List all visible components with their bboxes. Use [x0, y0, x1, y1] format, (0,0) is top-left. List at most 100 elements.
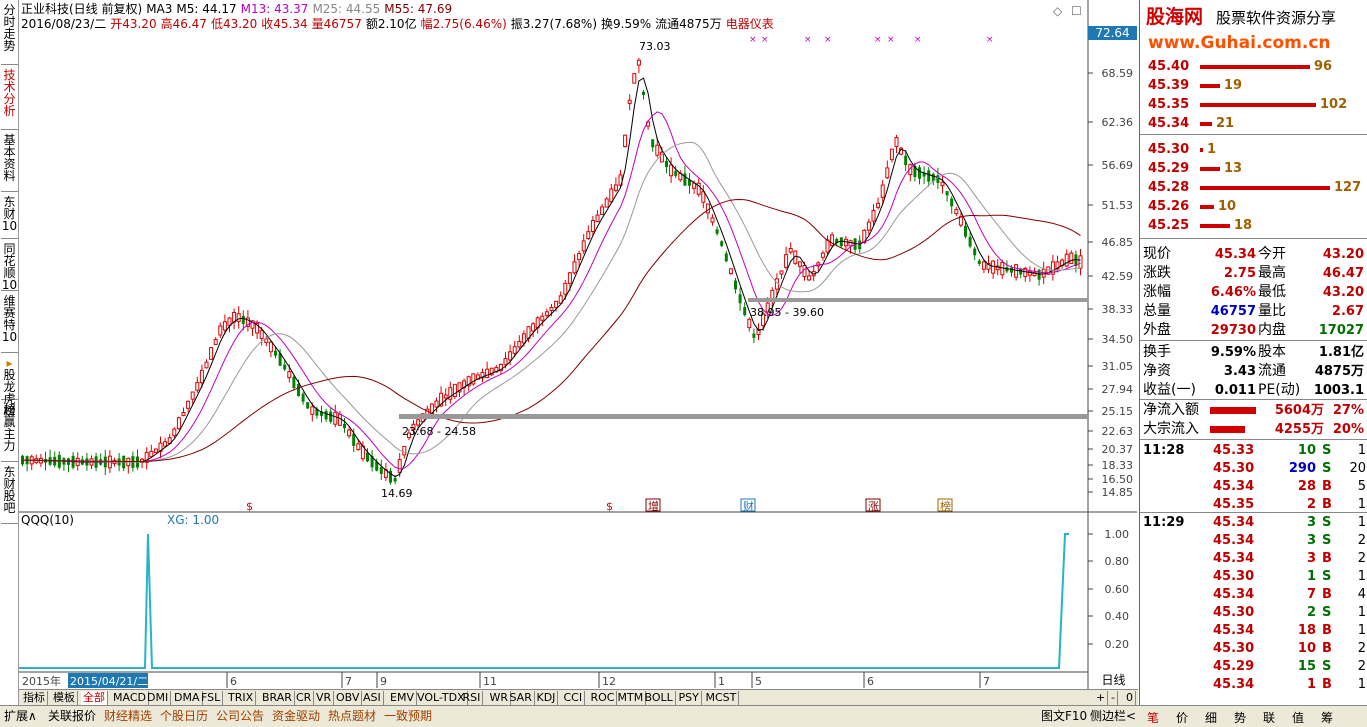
- indicator-tab-emv[interactable]: EMV: [388, 691, 417, 705]
- bottom-tab-1[interactable]: 关联报价: [48, 709, 96, 724]
- kline-chart-area[interactable]: 68.59 62.36 56.69 51.53 46.85 42.59 38.33 34.50…: [19, 0, 1137, 705]
- bottom-tab-3[interactable]: 个股日历: [160, 709, 208, 724]
- quote-value: 1.81亿: [1318, 345, 1364, 360]
- time-axis-year: 2015年: [22, 674, 61, 688]
- bottom-tab-4[interactable]: 公司公告: [216, 709, 264, 724]
- flow-pct: 27%: [1332, 403, 1364, 418]
- indicator-tab-dma[interactable]: DMA: [172, 691, 203, 705]
- candle-body: [728, 268, 733, 275]
- order-book-row: 45.29 13: [1140, 159, 1367, 178]
- bottom-right-tab-0[interactable]: 图文F10: [1041, 709, 1087, 724]
- quote-value: 0.011: [1214, 383, 1256, 398]
- event-marker-label: $: [246, 500, 253, 513]
- zoom-control-0[interactable]: +: [1094, 691, 1109, 705]
- indicator-tab-kdj[interactable]: KDJ: [535, 691, 559, 705]
- right-tab-4[interactable]: 联: [1263, 709, 1275, 726]
- expand-icon[interactable]: ◇: [1053, 4, 1062, 18]
- bottom-right-tab-1[interactable]: 侧边栏<: [1090, 709, 1136, 724]
- bottom-tab-2[interactable]: 财经精选: [104, 709, 152, 724]
- indicator-tab-obv[interactable]: OBV: [334, 691, 363, 705]
- indicator-tab-brar[interactable]: BRAR: [260, 691, 295, 705]
- left-tab-7[interactable]: 超赢主力: [1, 402, 18, 462]
- indicator-tab-boll[interactable]: BOLL: [643, 691, 676, 705]
- indicator-tab-vr[interactable]: VR: [314, 691, 335, 705]
- chart-canvas[interactable]: 68.59 62.36 56.69 51.53 46.85 42.59 38.33 34.50…: [19, 0, 1137, 690]
- indicator-tab-cci[interactable]: CCI: [562, 691, 586, 705]
- event-marker[interactable]: 榜: [937, 498, 953, 513]
- indicator-tab-模板[interactable]: 模板: [51, 691, 78, 705]
- flow-divider: [1140, 439, 1367, 440]
- tick-side: S: [1322, 659, 1332, 674]
- quote-value: 3.43: [1223, 364, 1256, 379]
- tick-count: 1: [1357, 569, 1366, 584]
- indicator-tab-cr[interactable]: CR: [294, 691, 315, 705]
- right-tab-3[interactable]: 势: [1234, 709, 1246, 726]
- candle-body: [204, 361, 209, 369]
- volume-label: 量46757: [311, 17, 362, 31]
- candle-body: [674, 171, 678, 176]
- bottom-tab-5[interactable]: 资金驱动: [272, 709, 320, 724]
- month-label: 7: [983, 675, 990, 688]
- left-tab-3[interactable]: 东财10: [1, 194, 18, 239]
- event-marker[interactable]: $: [246, 500, 253, 513]
- left-tab-1[interactable]: 技术分析: [1, 67, 18, 130]
- indicator-tab-dmi[interactable]: DMI: [145, 691, 172, 705]
- candle-body: [434, 400, 439, 408]
- indicator-tab-指标[interactable]: 指标: [21, 691, 48, 705]
- left-tab-5[interactable]: 维赛特10: [1, 293, 18, 353]
- event-marker[interactable]: 财: [740, 498, 756, 513]
- indicator-tab-全部[interactable]: 全部: [81, 691, 108, 705]
- indicator-tab-trix[interactable]: TRIX: [226, 691, 257, 705]
- bottom-tab-0[interactable]: 扩展∧: [4, 709, 37, 724]
- sector-link[interactable]: 电器仪表: [726, 17, 774, 31]
- left-tab-6[interactable]: ▸股龙虎榜: [1, 355, 18, 417]
- event-marker[interactable]: 涨: [865, 498, 881, 513]
- right-tab-5[interactable]: 值: [1292, 709, 1304, 726]
- indicator-tab-asi[interactable]: ASI: [361, 691, 384, 705]
- candle-body: [347, 429, 352, 437]
- candle-body: [876, 202, 881, 208]
- quote-row: 涨跌 2.75 最高 46.47: [1140, 264, 1367, 283]
- indicator-tab-sar[interactable]: SAR: [508, 691, 535, 705]
- tick-price: 45.34: [1213, 479, 1255, 494]
- indicator-tab-psy[interactable]: PSY: [677, 691, 702, 705]
- left-tab-8[interactable]: 东财股吧: [1, 464, 18, 524]
- candle-body: [343, 423, 346, 429]
- tick-side: S: [1322, 515, 1332, 530]
- candle-body: [991, 260, 996, 274]
- bottom-tab-6[interactable]: 热点题材: [328, 709, 376, 724]
- left-tab-4[interactable]: 同花顺10: [1, 241, 18, 291]
- close-icon[interactable]: ☐: [1071, 4, 1082, 18]
- order-volume-bar: [1200, 84, 1220, 88]
- flow-row: 大宗流入 4255万 20%: [1140, 420, 1367, 439]
- candle-body: [531, 323, 536, 332]
- candle-body: [268, 341, 273, 353]
- indicator-axis-label: 0.60: [1105, 583, 1130, 596]
- zoom-control-2[interactable]: 0: [1124, 691, 1136, 705]
- candle-body: [627, 99, 632, 104]
- left-tab-strip: 分时走势技术分析基本资料东财10 同花顺10 维赛特10 ▸股龙虎榜 超赢主力东财股吧: [0, 0, 19, 705]
- left-tab-2[interactable]: 基本资料: [1, 132, 18, 192]
- quote-label: 量比: [1258, 303, 1286, 319]
- right-tab-0[interactable]: 笔: [1147, 709, 1159, 726]
- candle-body: [218, 325, 223, 336]
- tick-price: 45.30: [1213, 605, 1255, 620]
- ma-label: MA3: [146, 2, 173, 16]
- order-book-row: 45.34 21: [1140, 114, 1367, 133]
- right-tab-6[interactable]: 筹: [1321, 709, 1333, 726]
- indicator-tab-mcst[interactable]: MCST: [704, 691, 740, 705]
- period-label[interactable]: 日线: [1090, 673, 1137, 687]
- indicator-tab-macd[interactable]: MACD: [111, 691, 149, 705]
- indicator-tab-fsl[interactable]: FSL: [199, 691, 224, 705]
- event-marker[interactable]: $: [606, 500, 613, 513]
- quote-value: 4875万: [1314, 364, 1364, 379]
- right-tab-2[interactable]: 细: [1205, 709, 1217, 726]
- indicator-tab-rsi[interactable]: RSI: [461, 691, 484, 705]
- zoom-control-1[interactable]: -: [1109, 691, 1118, 705]
- left-tab-0[interactable]: 分时走势: [1, 2, 18, 65]
- signal-marker-icon: ×: [804, 35, 812, 45]
- indicator-tab-roc[interactable]: ROC: [589, 691, 618, 705]
- right-tab-1[interactable]: 价: [1176, 709, 1188, 726]
- bottom-tab-7[interactable]: 一致预期: [384, 709, 432, 724]
- event-marker[interactable]: 增: [645, 498, 661, 513]
